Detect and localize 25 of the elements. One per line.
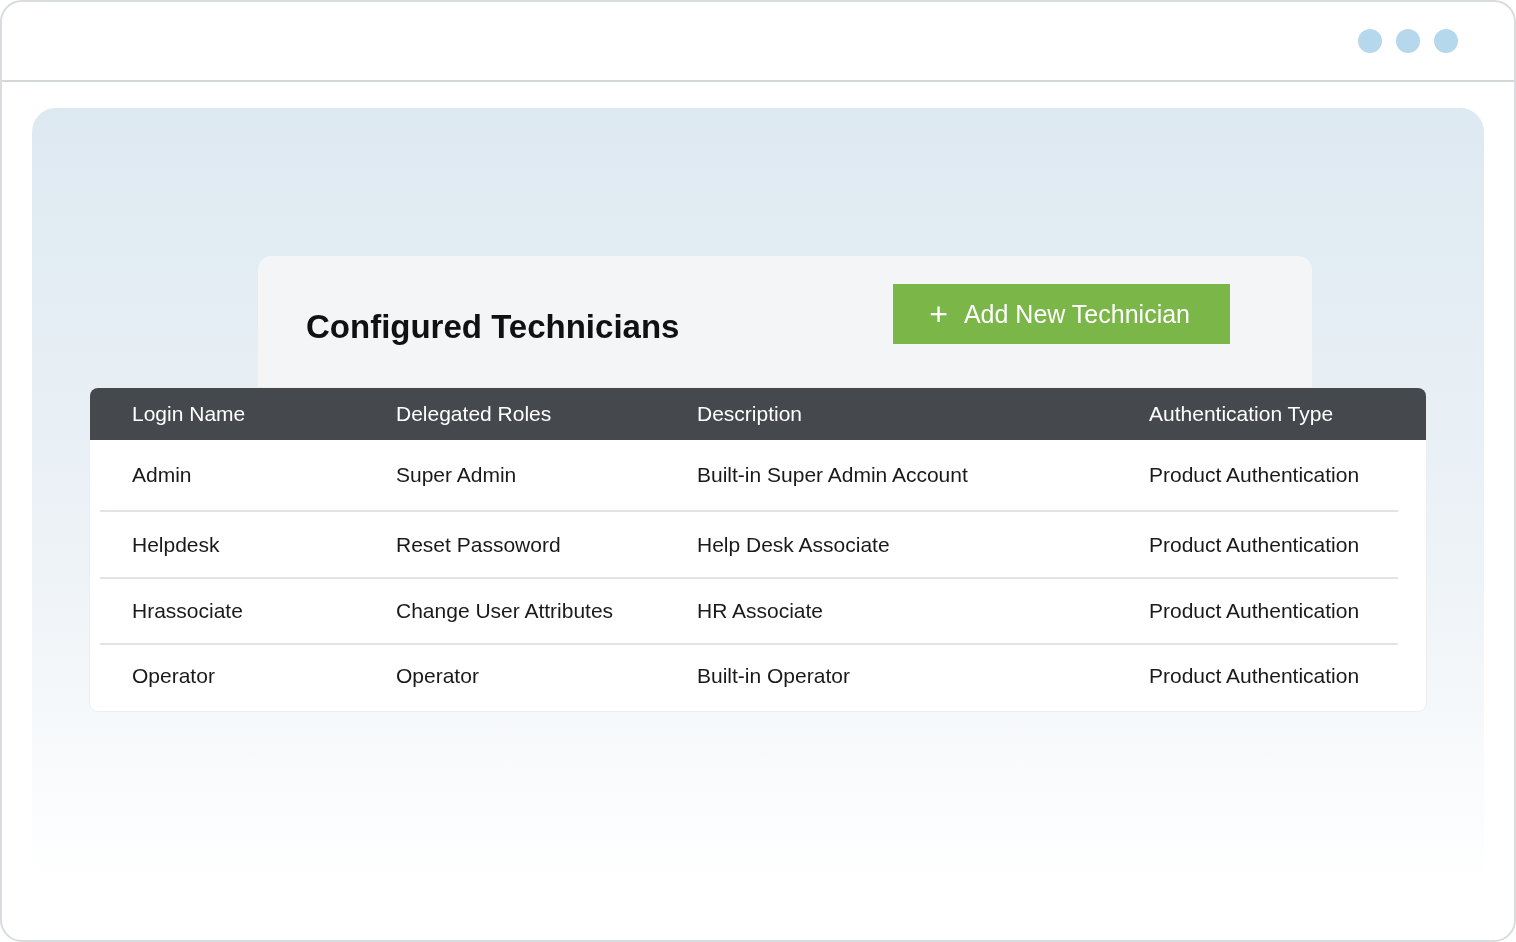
column-header: Description (697, 402, 804, 426)
table-cell-text: Super Admin (396, 463, 518, 487)
table-cell-text: Built-in Super Admin Account (697, 463, 969, 487)
table-cell-text: Product Authentication (1149, 463, 1361, 487)
table-cell-text: Admin (132, 463, 193, 487)
column-header: Login Name (132, 402, 247, 426)
column-header: Delegated Roles (396, 402, 553, 426)
window-dot-icon (1396, 29, 1420, 53)
column-header: Authentication Type (1149, 402, 1335, 426)
table-cell-text: HR Associate (697, 599, 825, 623)
table-cell-text: Operator (132, 664, 216, 688)
table-cell-text: Change User Attributes (396, 599, 615, 623)
table-cell-text: Help Desk Associate (697, 532, 891, 557)
add-technician-button[interactable]: + Add New Technician (893, 284, 1230, 344)
table-cell-text: Product Authentication (1149, 599, 1361, 623)
table-cell-text: Product Authentication (1149, 532, 1361, 557)
window-dot-icon (1358, 29, 1382, 53)
window-dot-icon (1434, 29, 1458, 53)
table-cell-text: Built-in Operator (697, 664, 851, 688)
table-cell-text: Product Authentication (1149, 664, 1361, 688)
table-cell-text: Helpdesk (132, 532, 221, 557)
table-cell-text: Hrassociate (132, 599, 244, 623)
page-title: Configured Technicians (306, 308, 680, 346)
table-cell-text: Reset Passoword (396, 532, 562, 557)
table-cell-text: Operator (396, 664, 480, 688)
